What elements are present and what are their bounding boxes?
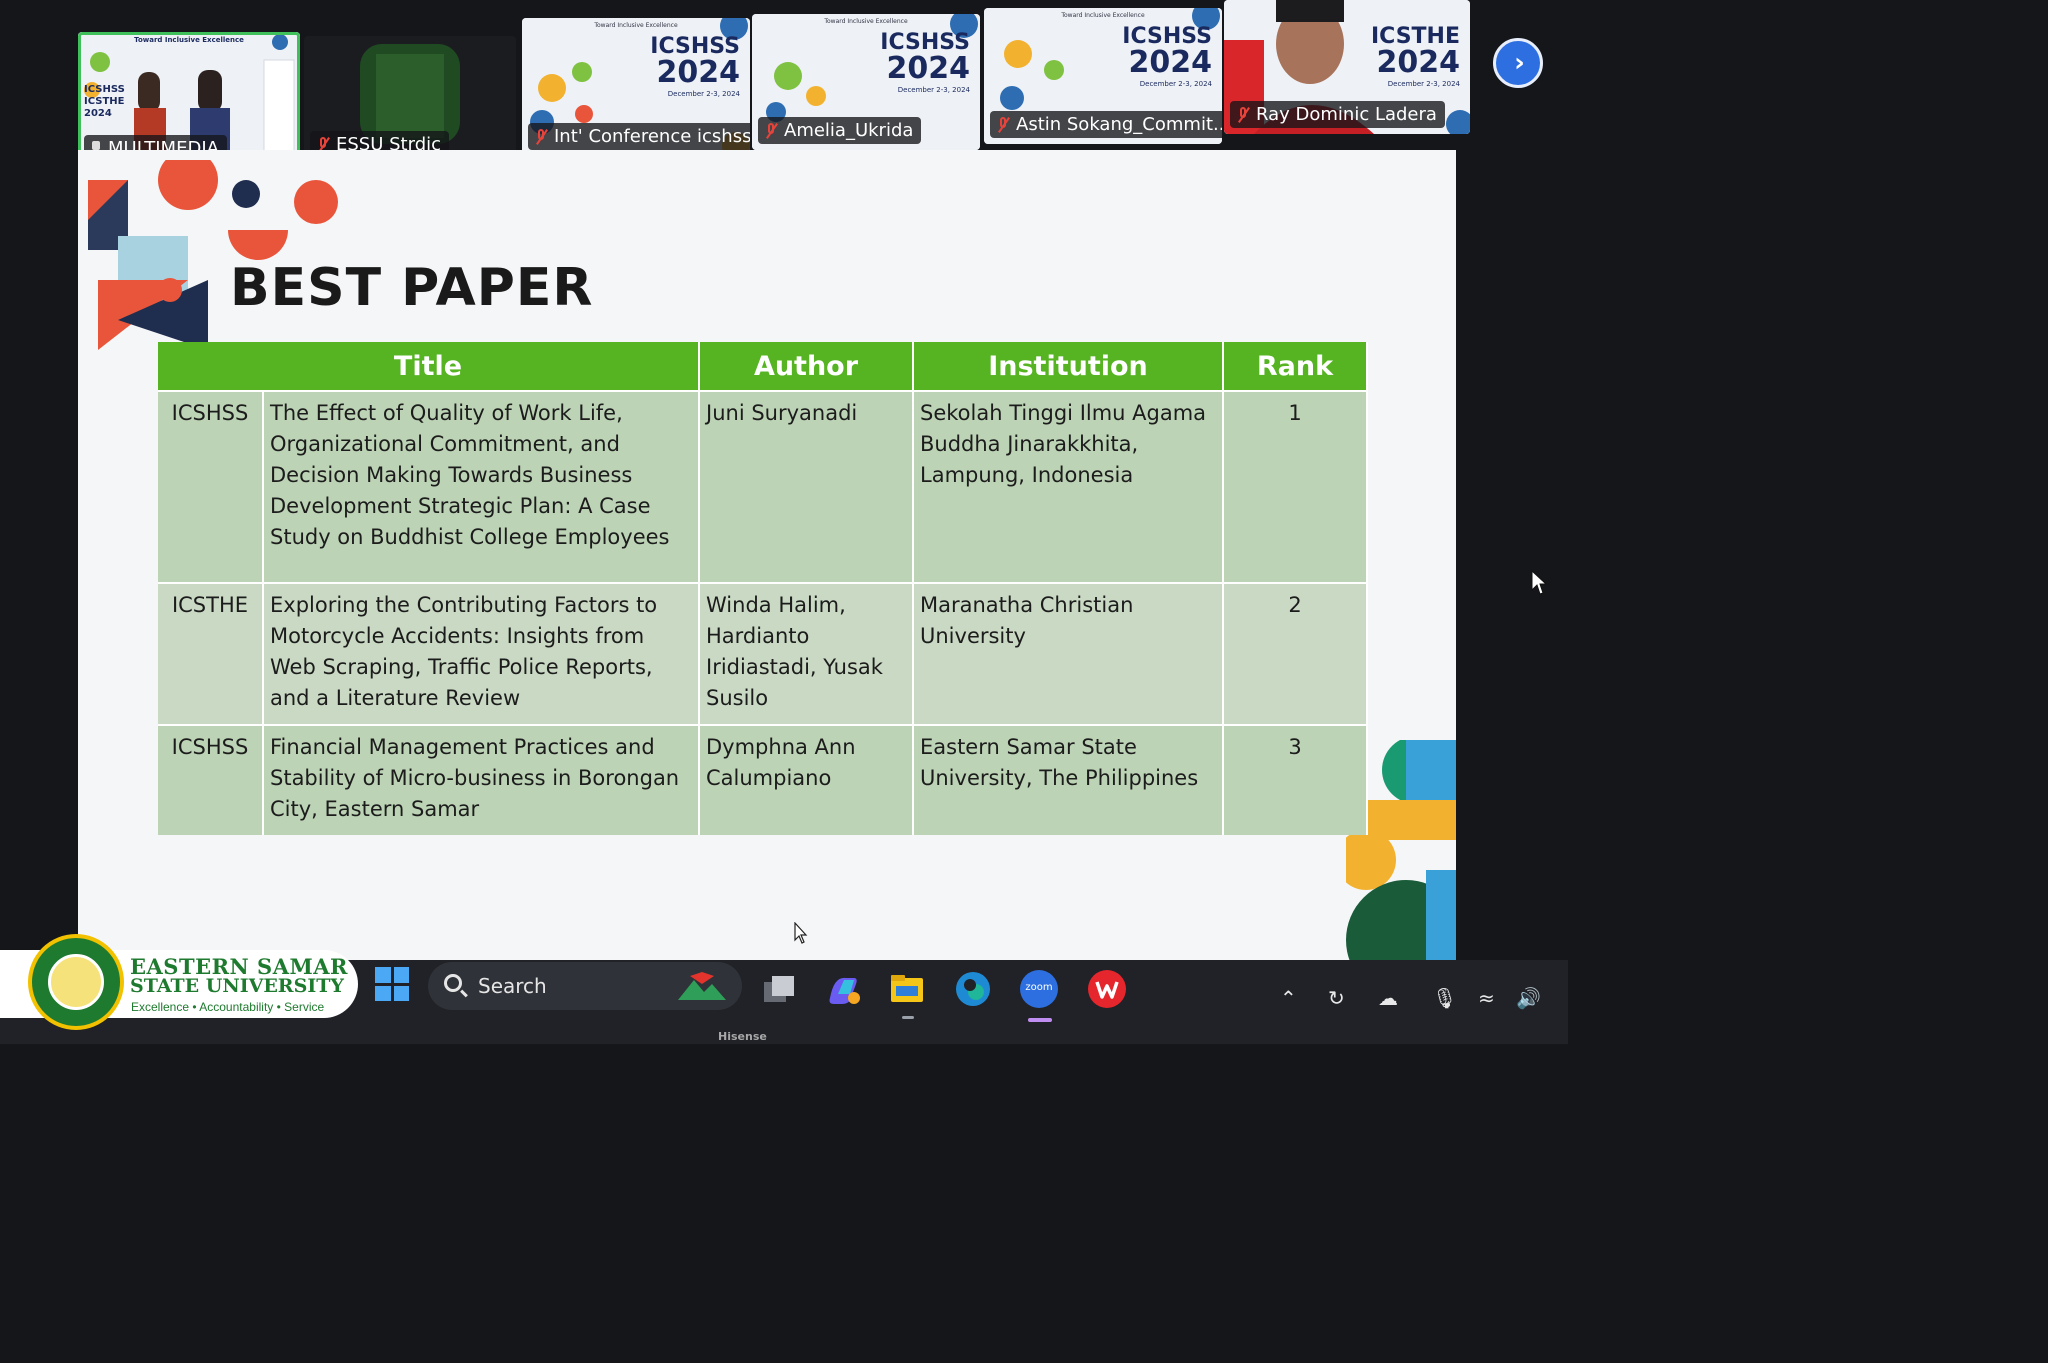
poster-date: December 2-3, 2024 — [1139, 80, 1212, 88]
participant-label-amelia-ukrida: Amelia_Ukrida — [758, 117, 922, 144]
poster-title-line2: 2024 — [886, 51, 971, 86]
chevron-right-icon: › — [1514, 48, 1525, 78]
cell-institution: Maranatha Christian University — [913, 582, 1224, 725]
search-label: Search — [478, 974, 547, 998]
poster-heading: Toward Inclusive Excellence — [824, 18, 908, 25]
shared-slide: BEST PAPER Title Author Institution Rank… — [78, 150, 1456, 960]
participant-label-int-conference: Int' Conference icshss — [528, 123, 750, 150]
cell-institution: Sekolah Tinggi Ilmu Agama Buddha Jinarak… — [913, 390, 1224, 583]
taskbar-search[interactable]: Search — [428, 962, 742, 1010]
app-active-indicator — [1028, 1018, 1052, 1022]
cell-title: Exploring the Contributing Factors to Mo… — [263, 582, 700, 725]
next-page-button[interactable]: › — [1493, 38, 1543, 88]
edge-icon[interactable] — [954, 970, 992, 1008]
poster-title: ICSHSS 2024 December 2-3, 2024 — [650, 36, 740, 98]
wps-office-icon[interactable] — [1088, 970, 1126, 1008]
zoom-icon[interactable]: zoom — [1020, 970, 1058, 1008]
poster-heading: Toward Inclusive Excellence — [1061, 12, 1145, 19]
poster-title: ICSHSS 2024 December 2-3, 2024 — [880, 32, 970, 94]
mic-muted-icon — [996, 116, 1010, 134]
university-seal — [28, 934, 124, 1030]
slide-title: BEST PAPER — [230, 258, 594, 318]
participant-name: Astin Sokang_Commit... — [1016, 114, 1222, 135]
cell-author: Dymphna Ann Calumpiano — [699, 724, 914, 835]
volume-icon[interactable]: 🔊 — [1516, 986, 1541, 1010]
poster-title: ICSHSS 2024 December 2-3, 2024 — [1122, 26, 1212, 88]
poster-title-line2: 2024 — [1376, 45, 1461, 80]
poster-title-line2: 2024 — [1128, 45, 1213, 80]
table-header-row: Title Author Institution Rank — [158, 342, 1368, 391]
participant-name: Int' Conference icshss — [554, 126, 750, 147]
participant-tile-essu-strdic[interactable]: ESSU Strdic — [304, 36, 516, 164]
onedrive-icon[interactable]: ☁ — [1378, 986, 1398, 1010]
file-explorer-icon[interactable] — [888, 970, 926, 1008]
cell-title: Financial Management Practices and Stabi… — [263, 724, 700, 835]
zoom-label: zoom — [1025, 982, 1053, 993]
participant-tile-ray-dominic-ladera[interactable]: ICSTHE 2024 December 2-3, 2024 Ray Domin… — [1224, 0, 1470, 134]
cell-title: The Effect of Quality of Work Life, Orga… — [263, 390, 700, 583]
cell-conference: ICSTHE — [158, 582, 264, 725]
task-view-icon[interactable] — [760, 970, 798, 1008]
poster-heading: Toward Inclusive Excellence — [594, 22, 678, 29]
copilot-icon[interactable] — [824, 970, 862, 1008]
watermark-name-line2: STATE UNIVERSITY — [130, 975, 344, 997]
mouse-cursor-icon — [794, 922, 808, 944]
participant-label-astin-sokang: Astin Sokang_Commit... — [990, 111, 1222, 138]
poster-date: December 2-3, 2024 — [1387, 80, 1460, 88]
app-running-indicator — [902, 1016, 914, 1019]
tile-poster-label-2: ICSTHE — [84, 96, 125, 107]
cell-rank: 2 — [1223, 582, 1368, 725]
poster-date: December 2-3, 2024 — [667, 90, 740, 98]
tile-poster-labels: ICSHSS ICSTHE 2024 — [84, 84, 125, 120]
sync-icon[interactable]: ↻ — [1328, 986, 1345, 1010]
participant-name: Ray Dominic Ladera — [1256, 104, 1437, 125]
cell-rank: 1 — [1223, 390, 1368, 583]
column-header-rank: Rank — [1223, 342, 1368, 391]
best-paper-table: Title Author Institution Rank ICSHSS The… — [158, 342, 1368, 835]
cell-author: Juni Suryanadi — [699, 390, 914, 583]
cell-author: Winda Halim, Hardianto Iridiastadi, Yusa… — [699, 582, 914, 725]
poster-date: December 2-3, 2024 — [897, 86, 970, 94]
search-highlight-icon — [678, 972, 726, 1000]
cell-institution: Eastern Samar State University, The Phil… — [913, 724, 1224, 835]
mic-muted-icon — [1236, 106, 1250, 124]
participant-tile-amelia-ukrida[interactable]: Toward Inclusive Excellence ICSHSS 2024 … — [752, 14, 980, 150]
poster-title: ICSTHE 2024 December 2-3, 2024 — [1371, 26, 1460, 88]
mouse-pointer-icon — [1531, 570, 1548, 595]
participant-strip: Toward Inclusive Excellence ICSHSS ICSTH… — [78, 0, 1478, 168]
column-header-title: Title — [158, 342, 700, 391]
participant-tile-astin-sokang[interactable]: Toward Inclusive Excellence ICSHSS 2024 … — [984, 8, 1222, 144]
cell-conference: ICSHSS — [158, 390, 264, 583]
participant-label-ray-dominic-ladera: Ray Dominic Ladera — [1230, 101, 1445, 128]
table-row: ICSTHE Exploring the Contributing Factor… — [158, 582, 1368, 725]
monitor-brand-label: Hisense — [718, 1030, 767, 1043]
mic-muted-icon — [764, 122, 778, 140]
wifi-icon[interactable]: ≈ — [1478, 986, 1495, 1010]
participant-name: Amelia_Ukrida — [784, 120, 914, 141]
tile-poster-label-3: 2024 — [84, 108, 112, 119]
column-header-author: Author — [699, 342, 914, 391]
cell-rank: 3 — [1223, 724, 1368, 835]
participant-tile-multimedia[interactable]: Toward Inclusive Excellence ICSHSS ICSTH… — [78, 32, 300, 168]
participant-tile-int-conference[interactable]: Toward Inclusive Excellence ICSHSS 2024 … — [522, 18, 750, 156]
microphone-icon[interactable]: 🎙 — [1432, 986, 1457, 1010]
watermark-tagline: Excellence • Accountability • Service — [131, 1000, 325, 1014]
cell-conference: ICSHSS — [158, 724, 264, 835]
chevron-up-icon[interactable]: ⌃ — [1280, 986, 1297, 1010]
table-row: ICSHSS The Effect of Quality of Work Lif… — [158, 390, 1368, 583]
poster-title-line2: 2024 — [656, 55, 741, 90]
mic-muted-icon — [534, 128, 548, 146]
tile-poster-heading: Toward Inclusive Excellence — [134, 36, 244, 44]
table-row: ICSHSS Financial Management Practices an… — [158, 724, 1368, 835]
tile-poster-label-1: ICSHSS — [84, 84, 125, 95]
seal-emblem — [48, 954, 104, 1010]
column-header-institution: Institution — [913, 342, 1224, 391]
search-icon — [444, 974, 462, 992]
windows-start-icon[interactable] — [375, 967, 409, 1001]
